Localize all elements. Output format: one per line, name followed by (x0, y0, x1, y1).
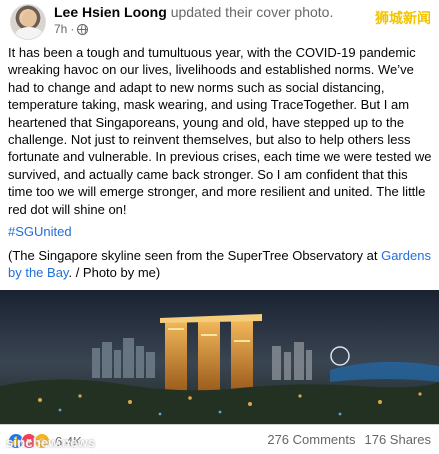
cover-photo[interactable] (0, 290, 439, 424)
post-paragraph: It has been a tough and tumultuous year,… (8, 45, 432, 217)
shares-count[interactable]: 176 Shares (365, 432, 432, 447)
hashtag-link[interactable]: #SGUnited (8, 223, 72, 240)
meta-separator: · (70, 22, 75, 36)
avatar[interactable] (10, 4, 46, 40)
avatar-body (15, 27, 43, 39)
caption-prefix: (The Singapore skyline seen from the Sup… (8, 248, 382, 263)
post-footer: 👍 ♥ ☺ 6.4K sinchew.news 276 Comments 176… (0, 424, 439, 454)
comments-count[interactable]: 276 Comments (267, 432, 355, 447)
post-action: updated their cover photo. (170, 4, 334, 20)
post-stats: 276 Comments 176 Shares (267, 432, 431, 447)
author-name[interactable]: Lee Hsien Loong (54, 4, 167, 20)
post-headline: Lee Hsien Loong updated their cover phot… (54, 4, 333, 21)
avatar-face (22, 11, 36, 27)
photo-caption: (The Singapore skyline seen from the Sup… (8, 247, 434, 281)
post-header: Lee Hsien Loong updated their cover phot… (0, 0, 439, 40)
caption-suffix: . / Photo by me) (68, 265, 161, 280)
post-time[interactable]: 7h (54, 22, 67, 37)
post-meta: 7h · (54, 22, 89, 37)
skyline-image (0, 290, 439, 424)
source-watermark: sinchew.news (6, 435, 96, 450)
facebook-post: Lee Hsien Loong updated their cover phot… (0, 0, 439, 454)
post-body: It has been a tough and tumultuous year,… (8, 44, 434, 218)
watermark: 狮城新闻 (375, 10, 431, 26)
globe-icon[interactable] (77, 24, 89, 35)
